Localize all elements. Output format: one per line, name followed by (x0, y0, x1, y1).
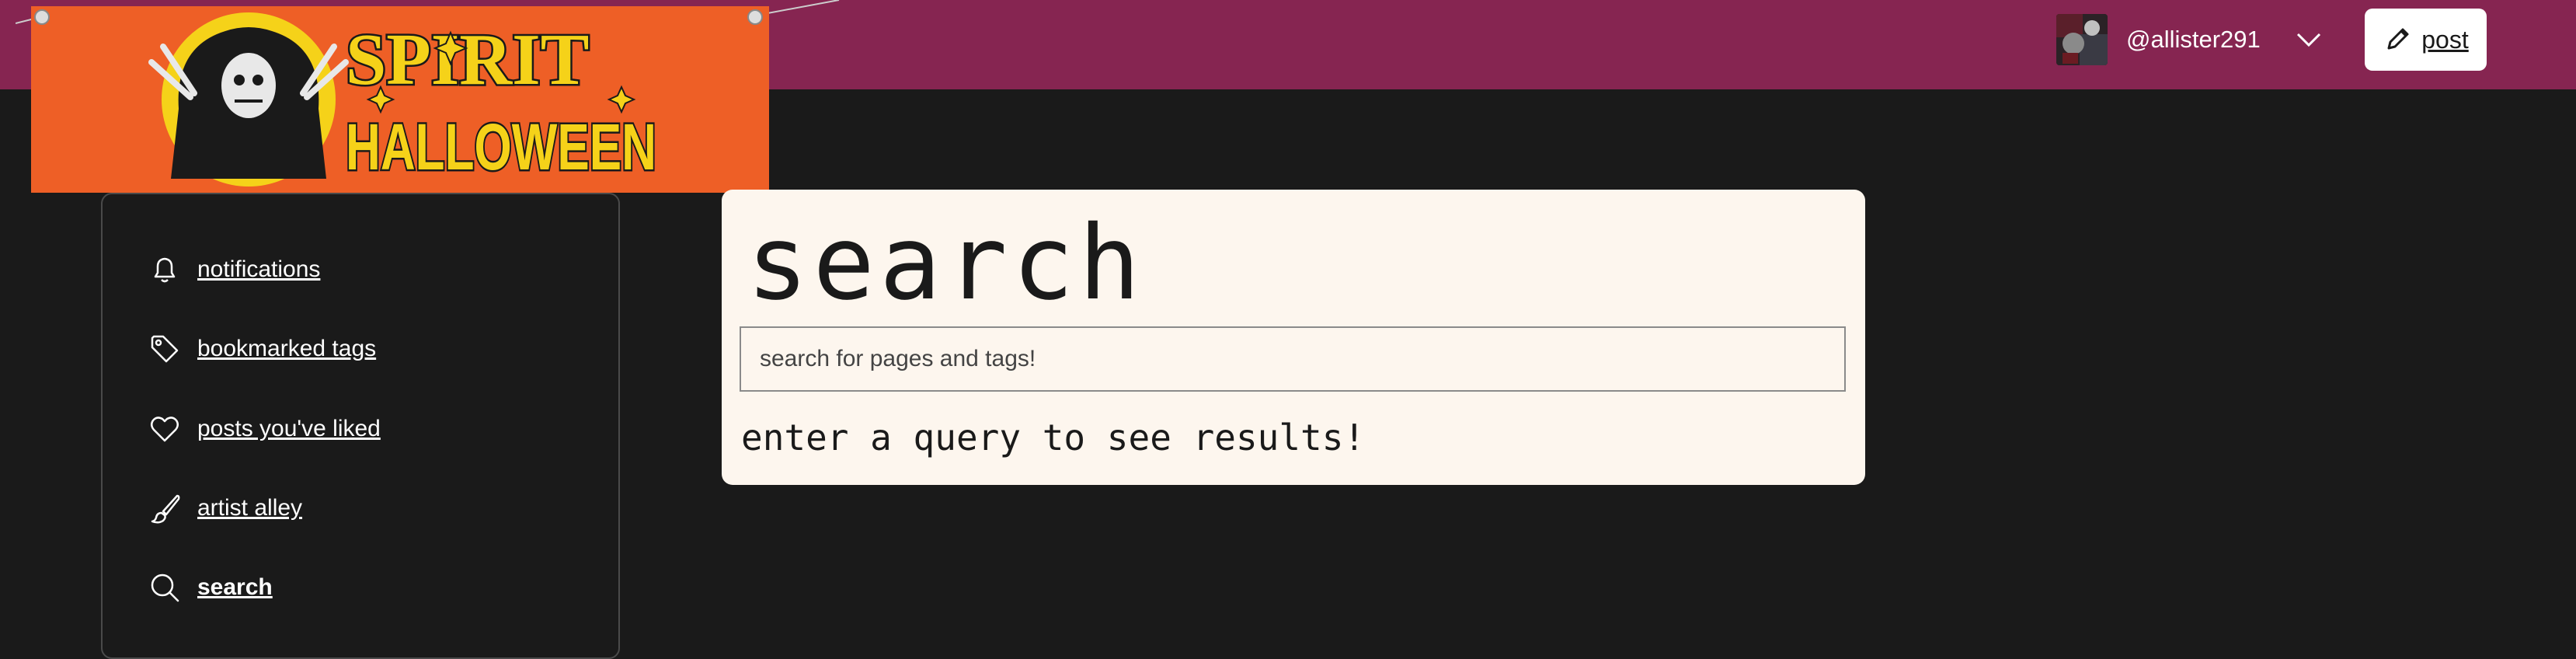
username[interactable]: @allister291 (2126, 26, 2261, 54)
tag-icon (151, 335, 179, 363)
sidebar-item-label[interactable]: search (197, 574, 273, 601)
search-icon (151, 574, 179, 602)
sidebar-item-label[interactable]: notifications (197, 256, 320, 283)
spirit-halloween-banner[interactable]: SPIRIT HALLOWEEN (16, 0, 847, 202)
sidebar-item-label[interactable]: artist alley (197, 495, 302, 521)
avatar[interactable] (2056, 14, 2108, 65)
empty-results-message: enter a query to see results! (741, 417, 1366, 459)
sidebar-nav: notifications bookmarked tags posts you'… (101, 193, 620, 659)
paintbrush-icon (151, 494, 180, 524)
account-switcher[interactable]: @allister291 (2056, 14, 2323, 65)
post-button[interactable]: post (2365, 9, 2487, 71)
sidebar-item-artist-alley[interactable]: artist alley (148, 486, 302, 530)
sidebar-item-label[interactable]: posts you've liked (197, 416, 381, 442)
sidebar-item-notifications[interactable]: notifications (148, 248, 320, 291)
search-panel: search enter a query to see results! (722, 190, 1865, 485)
banner-spirit-text: SPIRIT (346, 19, 589, 100)
sidebar-item-posts-liked[interactable]: posts you've liked (148, 407, 381, 451)
heart-icon (151, 417, 179, 442)
chevron-down-icon[interactable] (2295, 26, 2323, 54)
page-title: search (747, 204, 1145, 323)
bell-icon (154, 257, 176, 283)
sidebar-item-bookmarked-tags[interactable]: bookmarked tags (148, 327, 376, 371)
banner-halloween-text: HALLOWEEN (346, 110, 656, 183)
search-input[interactable] (740, 326, 1846, 392)
sidebar-item-search[interactable]: search (148, 566, 273, 609)
post-button-label: post (2421, 25, 2469, 54)
sidebar-item-label[interactable]: bookmarked tags (197, 336, 376, 362)
pencil-icon (2387, 28, 2409, 50)
